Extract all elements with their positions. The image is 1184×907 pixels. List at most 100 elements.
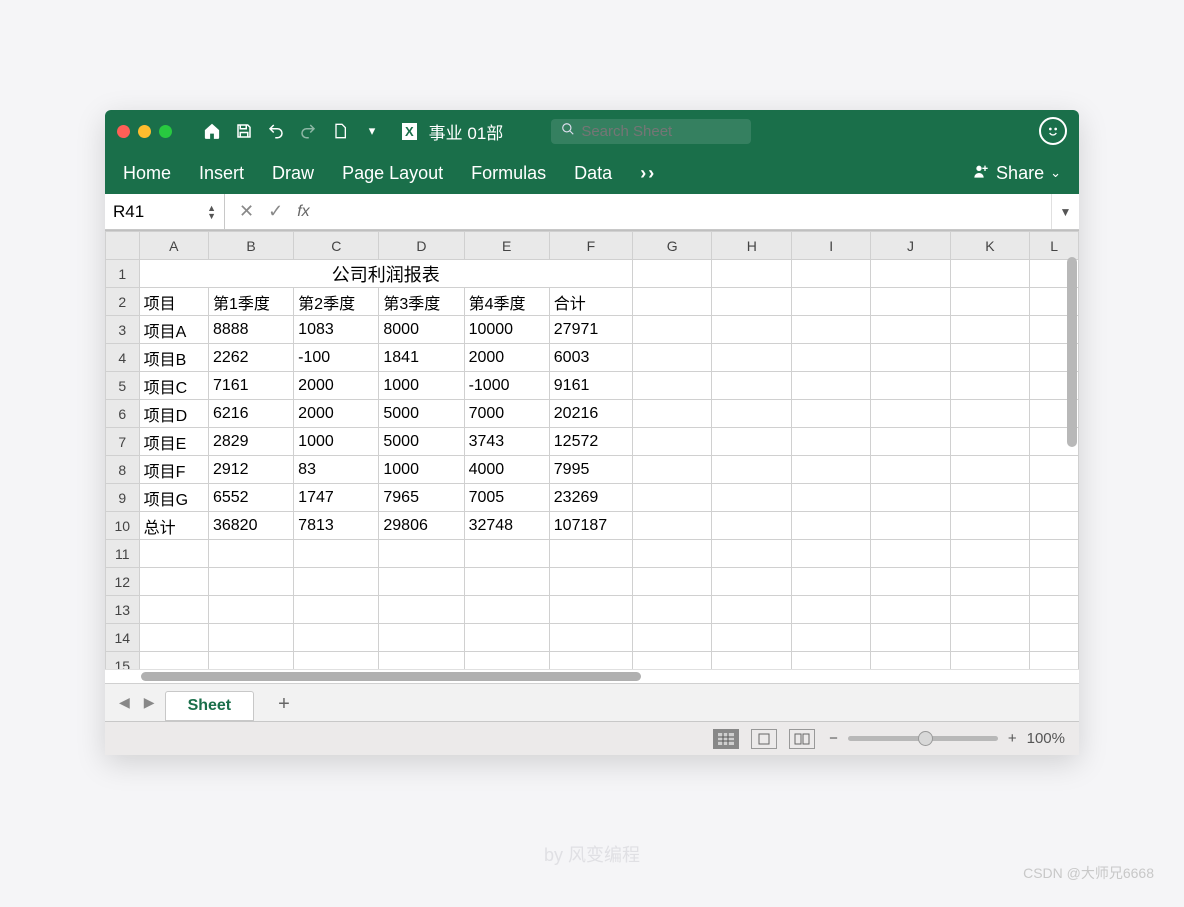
header-cell[interactable]: 第3季度: [379, 288, 464, 316]
customize-qat-icon[interactable]: ▾: [360, 123, 384, 139]
cell[interactable]: [632, 428, 712, 456]
row-header[interactable]: 8: [106, 456, 140, 484]
cell[interactable]: [632, 652, 712, 670]
sheet-tab-active[interactable]: Sheet: [165, 691, 255, 721]
cell[interactable]: [792, 624, 871, 652]
cell[interactable]: [379, 540, 464, 568]
data-cell[interactable]: 4000: [464, 456, 549, 484]
cell[interactable]: [712, 344, 792, 372]
cell[interactable]: [294, 568, 379, 596]
column-header[interactable]: I: [792, 232, 871, 260]
cell[interactable]: [712, 652, 792, 670]
data-cell[interactable]: 6216: [208, 400, 293, 428]
cell[interactable]: [712, 568, 792, 596]
add-sheet-button[interactable]: +: [260, 688, 308, 721]
data-cell[interactable]: 项目B: [139, 344, 208, 372]
cell[interactable]: [712, 624, 792, 652]
cell[interactable]: [712, 512, 792, 540]
cell[interactable]: [294, 652, 379, 670]
maximize-button[interactable]: [159, 125, 172, 138]
cell[interactable]: [208, 568, 293, 596]
row-header[interactable]: 10: [106, 512, 140, 540]
redo-icon[interactable]: [296, 122, 320, 140]
cell[interactable]: [871, 316, 950, 344]
row-header[interactable]: 11: [106, 540, 140, 568]
row-header[interactable]: 12: [106, 568, 140, 596]
data-cell[interactable]: 总计: [139, 512, 208, 540]
cell[interactable]: [139, 568, 208, 596]
home-icon[interactable]: [200, 122, 224, 140]
cell[interactable]: [950, 540, 1030, 568]
formula-input[interactable]: [324, 203, 1051, 220]
cell[interactable]: [792, 456, 871, 484]
cell[interactable]: [871, 372, 950, 400]
feedback-icon[interactable]: [1039, 117, 1067, 145]
spreadsheet-grid[interactable]: ABCDEFGHIJKL1公司利润报表2项目第1季度第2季度第3季度第4季度合计…: [105, 231, 1079, 669]
data-cell[interactable]: 2000: [464, 344, 549, 372]
title-cell[interactable]: 公司利润报表: [139, 260, 632, 288]
data-cell[interactable]: 5000: [379, 400, 464, 428]
cell[interactable]: [950, 260, 1030, 288]
expand-formula-bar[interactable]: ▼: [1051, 194, 1079, 229]
data-cell[interactable]: 项目D: [139, 400, 208, 428]
cell[interactable]: [712, 260, 792, 288]
cell[interactable]: [792, 428, 871, 456]
cell[interactable]: [712, 316, 792, 344]
cell[interactable]: [632, 372, 712, 400]
cell[interactable]: [871, 428, 950, 456]
cell[interactable]: [632, 400, 712, 428]
cell[interactable]: [632, 344, 712, 372]
data-cell[interactable]: 项目E: [139, 428, 208, 456]
search-input[interactable]: [581, 123, 741, 140]
data-cell[interactable]: 项目A: [139, 316, 208, 344]
share-button[interactable]: Share ⌄: [972, 163, 1061, 184]
cell[interactable]: [950, 372, 1030, 400]
new-file-icon[interactable]: [328, 121, 352, 141]
cell[interactable]: [792, 540, 871, 568]
data-cell[interactable]: -100: [294, 344, 379, 372]
cell[interactable]: [1030, 624, 1079, 652]
column-header[interactable]: G: [632, 232, 712, 260]
data-cell[interactable]: 7965: [379, 484, 464, 512]
cell[interactable]: [871, 596, 950, 624]
data-cell[interactable]: 6003: [549, 344, 632, 372]
data-cell[interactable]: 2000: [294, 400, 379, 428]
cell[interactable]: [464, 568, 549, 596]
grid-scroll[interactable]: ABCDEFGHIJKL1公司利润报表2项目第1季度第2季度第3季度第4季度合计…: [105, 231, 1079, 669]
view-normal-icon[interactable]: [713, 729, 739, 749]
data-cell[interactable]: 2912: [208, 456, 293, 484]
column-header[interactable]: L: [1030, 232, 1079, 260]
data-cell[interactable]: 1000: [379, 372, 464, 400]
cell[interactable]: [1030, 512, 1079, 540]
minimize-button[interactable]: [138, 125, 151, 138]
data-cell[interactable]: 项目C: [139, 372, 208, 400]
cancel-icon[interactable]: ✕: [239, 201, 254, 222]
tab-insert[interactable]: Insert: [199, 163, 244, 184]
data-cell[interactable]: 2262: [208, 344, 293, 372]
header-cell[interactable]: 第2季度: [294, 288, 379, 316]
row-header[interactable]: 4: [106, 344, 140, 372]
tab-nav-next[interactable]: ▶: [140, 694, 159, 711]
cell[interactable]: [208, 624, 293, 652]
cell[interactable]: [950, 624, 1030, 652]
zoom-slider[interactable]: [848, 736, 998, 741]
column-header[interactable]: D: [379, 232, 464, 260]
view-page-break-icon[interactable]: [789, 729, 815, 749]
data-cell[interactable]: 7161: [208, 372, 293, 400]
data-cell[interactable]: 23269: [549, 484, 632, 512]
cell[interactable]: [632, 288, 712, 316]
data-cell[interactable]: 1841: [379, 344, 464, 372]
name-box[interactable]: R41 ▲▼: [105, 194, 225, 229]
tab-data[interactable]: Data: [574, 163, 612, 184]
cell[interactable]: [632, 316, 712, 344]
tab-nav-prev[interactable]: ◀: [115, 694, 134, 711]
cell[interactable]: [792, 512, 871, 540]
cell[interactable]: [871, 288, 950, 316]
cell[interactable]: [1030, 596, 1079, 624]
data-cell[interactable]: 8888: [208, 316, 293, 344]
cell[interactable]: [871, 652, 950, 670]
data-cell[interactable]: 20216: [549, 400, 632, 428]
cell[interactable]: [139, 540, 208, 568]
data-cell[interactable]: 7005: [464, 484, 549, 512]
cell[interactable]: [871, 456, 950, 484]
